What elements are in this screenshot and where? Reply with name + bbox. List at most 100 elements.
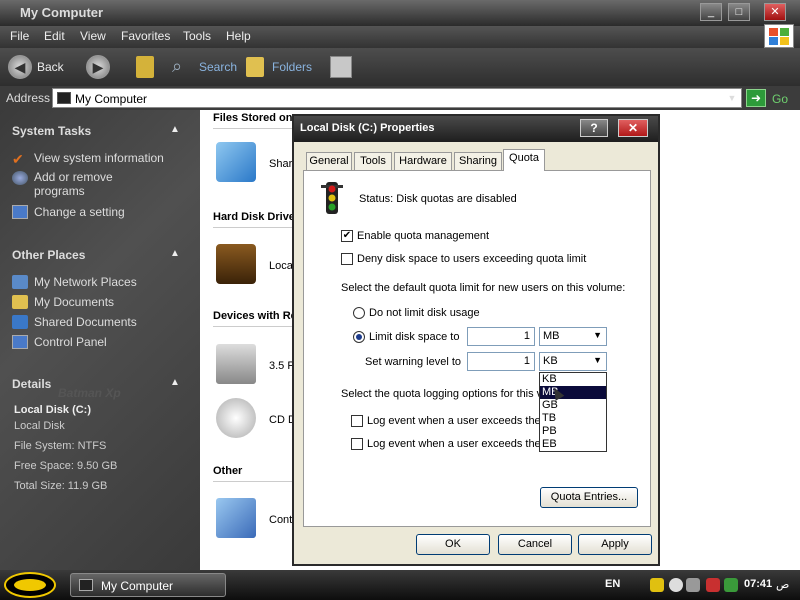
language-indicator[interactable]: EN (605, 578, 620, 590)
task-pane: System Tasks ▲ ✔ View system information … (0, 110, 200, 570)
deny-space-label[interactable]: Deny disk space to users exceeding quota… (357, 253, 586, 265)
no-limit-label[interactable]: Do not limit disk usage (369, 307, 480, 319)
close-button[interactable]: ✕ (764, 3, 786, 21)
quota-entries-button[interactable]: Quota Entries... (540, 487, 638, 508)
limit-value-input[interactable]: 1 (467, 327, 535, 346)
tab-quota[interactable]: Quota (503, 149, 545, 171)
clock-time[interactable]: 07:41 (744, 578, 772, 590)
unit-option-eb[interactable]: EB (540, 438, 606, 451)
menu-tools[interactable]: Tools (183, 29, 211, 43)
chevron-up-icon[interactable]: ▲ (170, 377, 180, 388)
back-arrow-icon[interactable]: ◀ (8, 55, 32, 79)
task-change-setting[interactable]: Change a setting (12, 204, 125, 219)
taskbar-item-my-computer[interactable]: My Computer (70, 573, 226, 597)
place-network[interactable]: My Network Places (12, 274, 137, 289)
warning-value-input[interactable]: 1 (467, 352, 535, 371)
tab-sharing[interactable]: Sharing (454, 152, 502, 170)
start-button[interactable] (4, 572, 56, 598)
folders-icon[interactable] (246, 57, 264, 77)
apply-button[interactable]: Apply (578, 534, 652, 555)
place-my-documents[interactable]: My Documents (12, 294, 114, 309)
unit-option-gb[interactable]: GB (540, 399, 606, 412)
tray-icon[interactable] (669, 578, 683, 592)
details-type: Local Disk (14, 420, 65, 432)
chevron-down-icon: ▼ (593, 355, 602, 365)
place-control-panel[interactable]: Control Panel (12, 334, 107, 349)
log-warning-checkbox[interactable] (351, 438, 363, 450)
ok-button[interactable]: OK (416, 534, 490, 555)
clock-ampm: ص (776, 579, 790, 591)
details-header[interactable]: Details (12, 377, 51, 391)
up-folder-icon[interactable] (136, 56, 154, 78)
group-title-other: Other (213, 465, 243, 477)
unit-option-pb[interactable]: PB (540, 425, 606, 438)
unit-option-tb[interactable]: TB (540, 412, 606, 425)
folders-button[interactable]: Folders (272, 60, 312, 74)
task-view-system-information[interactable]: ✔ View system information (12, 150, 164, 167)
toolbar: ◀ Back ▶ ⌕ Search Folders (0, 48, 800, 86)
computer-icon (79, 579, 93, 591)
explorer-titlebar: My Computer _ □ ✕ (0, 0, 800, 26)
quota-tab-panel: Status: Disk quotas are disabled ✔ Enabl… (303, 170, 651, 527)
tab-tools[interactable]: Tools (354, 152, 392, 170)
back-button[interactable]: Back (37, 60, 64, 74)
unit-option-mb[interactable]: MB (540, 386, 606, 399)
control-panel-icon (216, 498, 256, 538)
log-limit-label[interactable]: Log event when a user exceeds thei (367, 415, 543, 427)
unit-dropdown-list: KB MB GB TB PB EB (539, 372, 607, 452)
go-button[interactable]: Go (772, 92, 788, 106)
limit-unit-select[interactable]: MB ▼ (539, 327, 607, 346)
tray-icon[interactable] (724, 578, 738, 592)
tray-icon[interactable] (686, 578, 700, 592)
help-button[interactable]: ? (580, 119, 608, 137)
menu-edit[interactable]: Edit (44, 29, 65, 43)
dialog-title: Local Disk (C:) Properties (300, 122, 435, 134)
traffic-light-icon (321, 182, 343, 214)
divider (213, 481, 303, 482)
deny-space-checkbox[interactable] (341, 253, 353, 265)
go-arrow-icon[interactable]: ➜ (746, 89, 766, 107)
task-add-remove-programs[interactable]: Add or remove programs (12, 170, 192, 198)
address-input[interactable]: My Computer ▼ (52, 88, 742, 108)
limit-radio[interactable] (353, 331, 365, 343)
search-button[interactable]: Search (199, 60, 237, 74)
tab-hardware[interactable]: Hardware (394, 152, 452, 170)
menu-file[interactable]: File (10, 29, 29, 43)
menu-view[interactable]: View (80, 29, 106, 43)
unit-option-kb[interactable]: KB (540, 373, 606, 386)
divider (213, 128, 303, 129)
details-file-system: File System: NTFS (14, 440, 107, 452)
views-icon[interactable] (330, 56, 352, 78)
enable-quota-checkbox[interactable]: ✔ (341, 230, 353, 242)
checkmark-icon: ✔ (12, 150, 24, 167)
system-tasks-header[interactable]: System Tasks (12, 124, 91, 138)
enable-quota-label[interactable]: Enable quota management (357, 230, 489, 242)
minimize-button[interactable]: _ (700, 3, 722, 21)
properties-dialog: Local Disk (C:) Properties ? ✕ General T… (292, 114, 660, 566)
chevron-up-icon[interactable]: ▲ (170, 124, 180, 135)
dialog-close-button[interactable]: ✕ (618, 119, 648, 137)
no-limit-radio[interactable] (353, 307, 365, 319)
limit-label[interactable]: Limit disk space to (369, 331, 459, 343)
tab-general[interactable]: General (306, 152, 352, 170)
window-title: My Computer (20, 5, 104, 20)
group-title-hard-disk: Hard Disk Drive (213, 211, 295, 223)
cancel-button[interactable]: Cancel (498, 534, 572, 555)
warning-icon[interactable] (650, 578, 664, 592)
tray-icon[interactable] (706, 578, 720, 592)
other-places-header[interactable]: Other Places (12, 248, 85, 262)
chevron-down-icon[interactable]: ▼ (725, 91, 739, 105)
log-warning-label[interactable]: Log event when a user exceeds thei (367, 438, 543, 450)
maximize-button[interactable]: □ (728, 3, 750, 21)
taskbar-item-label: My Computer (101, 579, 174, 593)
chevron-up-icon[interactable]: ▲ (170, 248, 180, 259)
search-icon[interactable]: ⌕ (172, 56, 182, 77)
batman-logo-icon (14, 579, 46, 591)
place-shared-documents[interactable]: Shared Documents (12, 314, 137, 329)
menu-help[interactable]: Help (226, 29, 251, 43)
programs-icon (12, 170, 28, 185)
log-limit-checkbox[interactable] (351, 415, 363, 427)
menu-favorites[interactable]: Favorites (121, 29, 170, 43)
forward-arrow-icon[interactable]: ▶ (86, 55, 110, 79)
warning-unit-select[interactable]: KB ▼ (539, 352, 607, 371)
